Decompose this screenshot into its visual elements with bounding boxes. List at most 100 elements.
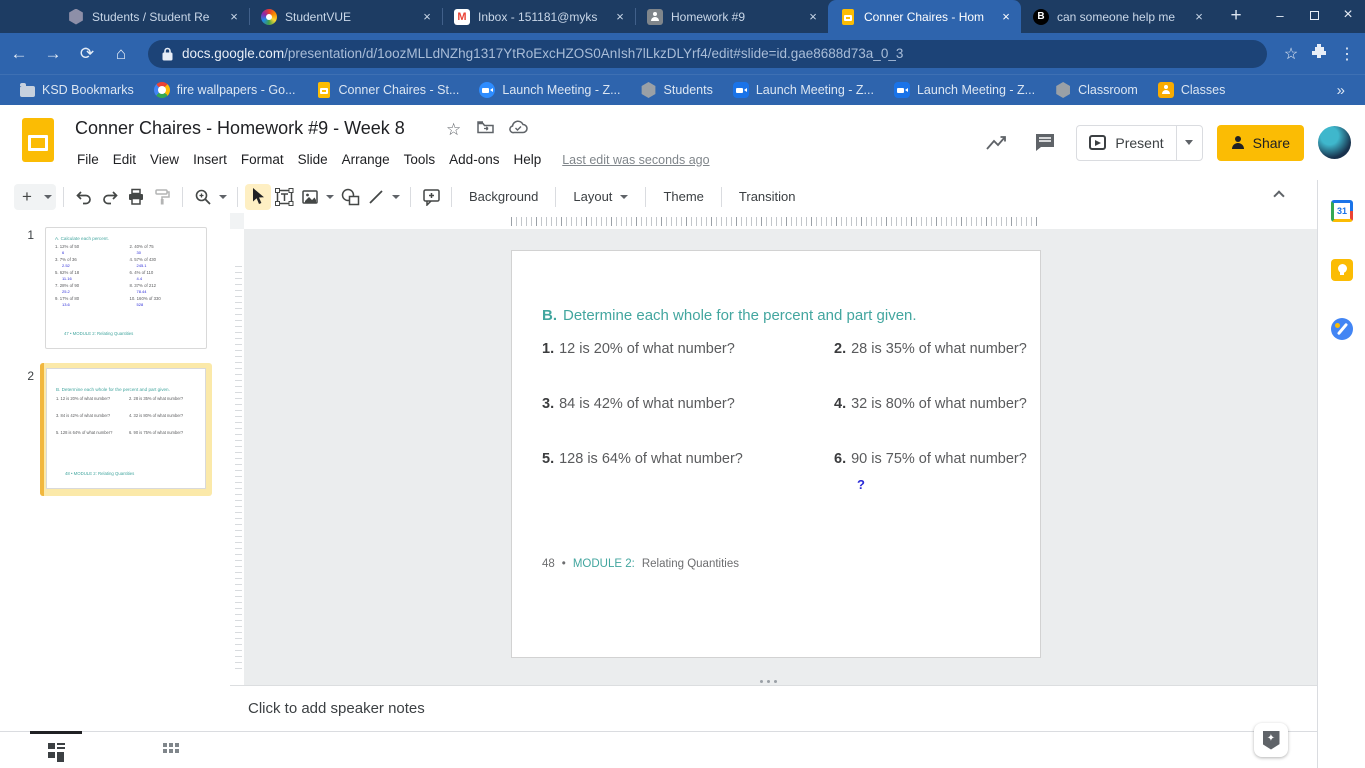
forward-button[interactable]: → — [38, 39, 68, 69]
browser-menu-kebab-icon[interactable]: ⋮ — [1333, 44, 1361, 64]
user-avatar[interactable] — [1318, 126, 1351, 159]
activity-trending-icon[interactable] — [980, 126, 1014, 160]
background-button[interactable]: Background — [459, 185, 548, 208]
menu-tools[interactable]: Tools — [397, 149, 443, 170]
slide-2-thumbnail[interactable]: B. Determine each whole for the percent … — [46, 368, 206, 489]
menu-format[interactable]: Format — [234, 149, 291, 170]
theme-button[interactable]: Theme — [653, 185, 713, 208]
tab-homework[interactable]: Homework #9 × — [635, 0, 828, 33]
insert-image-button[interactable] — [297, 184, 323, 210]
undo-button[interactable] — [71, 184, 97, 210]
menu-view[interactable]: View — [143, 149, 186, 170]
cloud-saved-icon[interactable] — [509, 120, 528, 138]
tab-close-icon[interactable]: × — [225, 8, 243, 26]
select-tool-button[interactable] — [245, 183, 271, 210]
menu-file[interactable]: File — [70, 149, 106, 170]
insert-line-button[interactable] — [363, 184, 389, 210]
menu-addons[interactable]: Add-ons — [442, 149, 506, 170]
comment-history-icon[interactable] — [1028, 126, 1062, 160]
bookmark-fire-wallpapers[interactable]: fire wallpapers - Go... — [148, 80, 302, 100]
new-slide-button[interactable]: + — [14, 183, 40, 210]
present-label: Present — [1115, 134, 1164, 151]
line-dropdown[interactable] — [389, 184, 403, 210]
menu-insert[interactable]: Insert — [186, 149, 234, 170]
toolbar-collapse-button[interactable] — [1273, 187, 1295, 207]
bookmark-zoom-meeting[interactable]: Launch Meeting - Z... — [473, 80, 626, 100]
current-slide[interactable]: B. Determine each whole for the percent a… — [511, 250, 1041, 658]
close-window-button[interactable]: × — [1331, 0, 1365, 30]
print-button[interactable] — [123, 184, 149, 210]
extensions-puzzle-icon[interactable] — [1305, 43, 1333, 64]
bookmark-meet-1[interactable]: Launch Meeting - Z... — [727, 80, 880, 100]
bookmark-conner-chaires[interactable]: Conner Chaires - St... — [310, 80, 466, 100]
tab-students[interactable]: Students / Student Re × — [56, 0, 249, 33]
transition-button[interactable]: Transition — [729, 185, 806, 208]
new-tab-button[interactable]: + — [1222, 2, 1250, 30]
text-box-button[interactable] — [271, 184, 297, 210]
star-document-icon[interactable]: ☆ — [446, 120, 461, 140]
grid-view-button[interactable] — [162, 740, 182, 760]
zoom-button[interactable] — [190, 184, 216, 210]
reload-button[interactable]: ⟳ — [72, 39, 102, 69]
slides-logo-icon[interactable] — [22, 118, 54, 162]
speaker-notes-panel[interactable]: Click to add speaker notes — [230, 685, 1317, 731]
bookmark-classes[interactable]: Classes — [1152, 80, 1231, 100]
tab-close-icon[interactable]: × — [997, 8, 1015, 26]
explore-button[interactable]: ✦ — [1254, 723, 1288, 757]
filmstrip-view-button[interactable] — [48, 740, 68, 760]
tab-brainly[interactable]: can someone help me × — [1021, 0, 1214, 33]
home-button[interactable]: ⌂ — [106, 39, 136, 69]
menu-slide[interactable]: Slide — [291, 149, 335, 170]
chevron-down-icon — [620, 194, 629, 199]
tasks-icon[interactable] — [1331, 318, 1353, 340]
present-play-icon — [1089, 135, 1107, 150]
present-dropdown-button[interactable] — [1175, 125, 1202, 160]
present-button-group: Present — [1076, 124, 1203, 161]
image-dropdown[interactable] — [323, 184, 337, 210]
present-button[interactable]: Present — [1077, 126, 1175, 160]
bookmark-meet-2[interactable]: Launch Meeting - Z... — [888, 80, 1041, 100]
menu-help[interactable]: Help — [506, 149, 548, 170]
notes-resize-handle[interactable] — [760, 680, 777, 683]
bookmark-students[interactable]: Students — [635, 80, 719, 100]
keep-notes-icon[interactable] — [1331, 259, 1353, 281]
url-omnibox[interactable]: docs.google.com/presentation/d/1oozMLLdN… — [148, 39, 1267, 68]
toolbar-separator — [63, 186, 64, 207]
bookmark-ksd-folder[interactable]: KSD Bookmarks — [14, 81, 140, 99]
slide-1-thumbnail[interactable]: A. Calculate each percent. 1. 12% of 50 6… — [45, 227, 207, 349]
move-to-folder-icon[interactable] — [477, 120, 494, 138]
zoom-dropdown[interactable] — [216, 184, 230, 210]
bookmark-star-icon[interactable]: ☆ — [1277, 44, 1305, 64]
layout-button[interactable]: Layout — [563, 185, 638, 208]
paint-format-button[interactable] — [149, 184, 175, 210]
menu-edit[interactable]: Edit — [106, 149, 143, 170]
restore-button[interactable] — [1297, 0, 1331, 30]
insert-comment-button[interactable] — [418, 184, 444, 210]
redo-button[interactable] — [97, 184, 123, 210]
speaker-notes-placeholder[interactable]: Click to add speaker notes — [248, 700, 425, 717]
thumb-a: 528 — [136, 301, 144, 307]
minimize-button[interactable]: – — [1263, 0, 1297, 30]
insert-shape-button[interactable] — [337, 184, 363, 210]
bookmarks-overflow-chevron[interactable]: » — [1337, 82, 1351, 99]
horizontal-ruler — [244, 213, 1317, 229]
slide-canvas-area[interactable]: B. Determine each whole for the percent a… — [244, 229, 1317, 685]
tab-slides-active[interactable]: Conner Chaires - Hom × — [828, 0, 1021, 33]
thumb-problems: 1. 12 is 20% of what number? 2. 28 is 35… — [56, 396, 199, 435]
calendar-icon[interactable] — [1331, 200, 1353, 222]
bookmark-classroom[interactable]: Classroom — [1049, 80, 1144, 100]
tab-close-icon[interactable]: × — [804, 8, 822, 26]
typed-answer-text[interactable]: ? — [857, 477, 865, 492]
back-button[interactable]: ← — [4, 39, 34, 69]
new-slide-dropdown[interactable] — [40, 183, 56, 210]
tab-close-icon[interactable]: × — [418, 8, 436, 26]
last-edit-status[interactable]: Last edit was seconds ago — [562, 153, 709, 167]
tab-gmail-inbox[interactable]: Inbox - 151181@myks × — [442, 0, 635, 33]
tab-studentvue[interactable]: StudentVUE × — [249, 0, 442, 33]
share-button[interactable]: Share — [1216, 124, 1304, 161]
tab-close-icon[interactable]: × — [1190, 8, 1208, 26]
menu-arrange[interactable]: Arrange — [335, 149, 397, 170]
tab-close-icon[interactable]: × — [611, 8, 629, 26]
document-title[interactable]: Conner Chaires - Homework #9 - Week 8 — [75, 118, 405, 139]
camera-icon — [732, 82, 749, 98]
